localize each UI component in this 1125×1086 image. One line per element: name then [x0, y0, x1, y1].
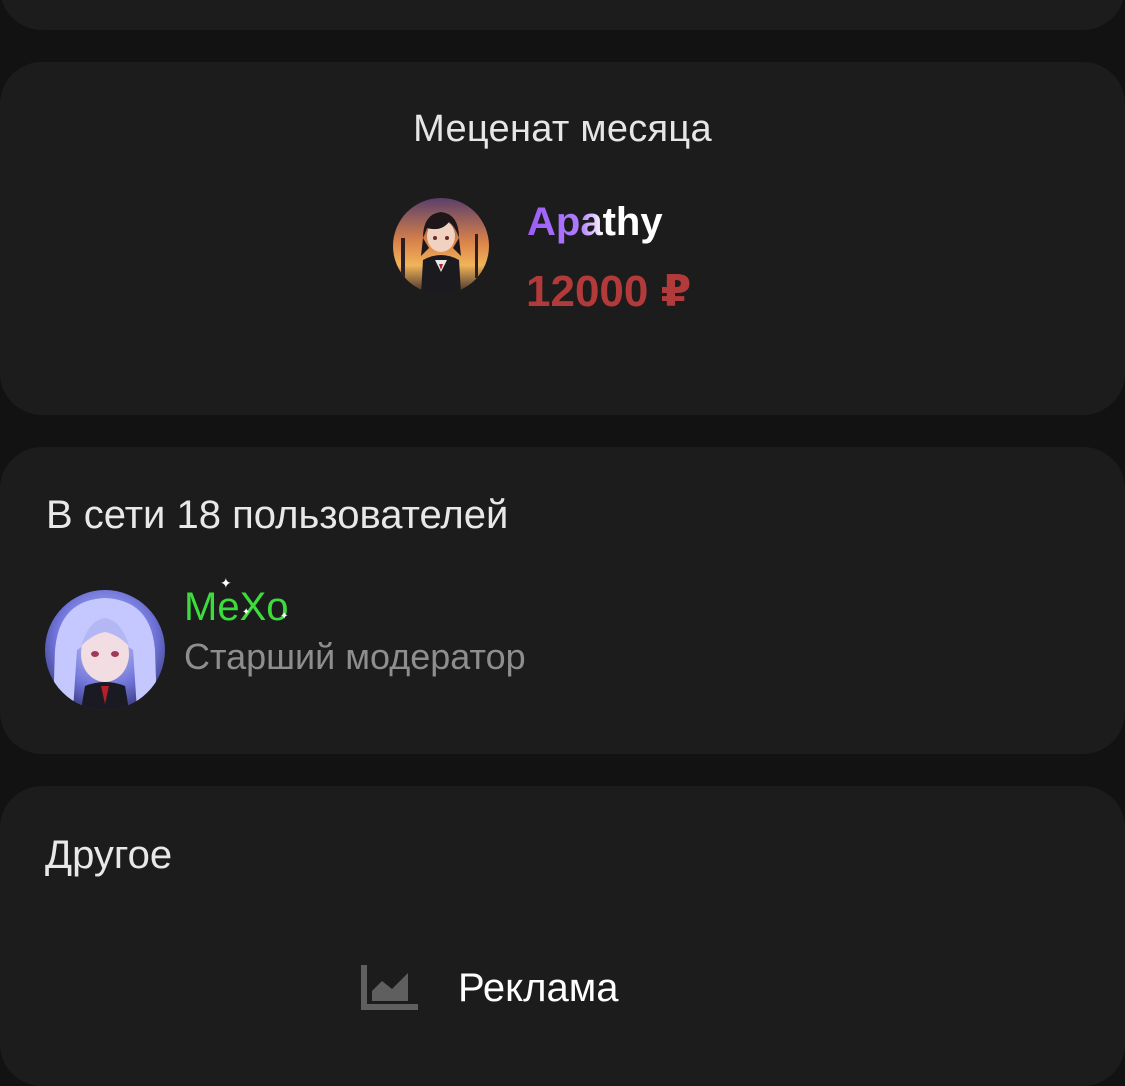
trending-chart-icon: [361, 965, 418, 1010]
avatar[interactable]: [393, 198, 489, 294]
sparkle-icon: ✦: [242, 607, 251, 618]
other-section-title: Другое: [45, 833, 173, 877]
patron-name-rest: thy: [602, 200, 663, 244]
user-avatar-image: [45, 590, 165, 710]
avatar[interactable]: [45, 590, 165, 710]
patron-name-highlight: Apa: [527, 200, 603, 244]
user-name-text: MeXo: [184, 585, 289, 629]
menu-item-advertising[interactable]: Реклама: [360, 958, 618, 1018]
patron-avatar-image: [393, 198, 489, 294]
top-card: [0, 0, 1125, 30]
online-user-role: Старший модератор: [184, 636, 526, 677]
online-section-title: В сети 18 пользователей: [46, 493, 509, 537]
sparkle-icon: ✦: [280, 611, 289, 622]
patron-name[interactable]: Apathy: [527, 200, 663, 245]
menu-item-label: Реклама: [458, 965, 619, 1010]
sparkle-icon: ✦: [220, 575, 232, 591]
patron-amount: 12000 ₽: [526, 267, 692, 316]
patron-section-title: Меценат месяца: [413, 108, 712, 150]
other-card: [0, 786, 1125, 1086]
online-user-name[interactable]: MeXo ✦ ✦ ✦: [184, 575, 289, 630]
